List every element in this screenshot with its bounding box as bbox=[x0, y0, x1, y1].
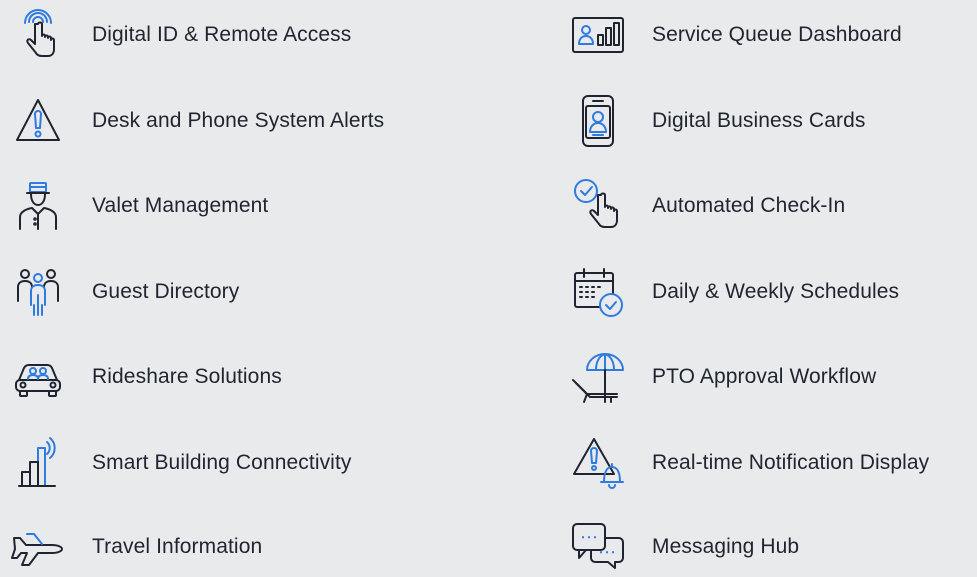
feature-smart-building: Smart Building Connectivity bbox=[0, 433, 351, 493]
feature-label: Rideshare Solutions bbox=[92, 365, 282, 388]
feature-label: Smart Building Connectivity bbox=[92, 451, 352, 474]
feature-label: Digital Business Cards bbox=[652, 109, 866, 132]
airplane-icon bbox=[0, 517, 76, 577]
feature-label: Digital ID & Remote Access bbox=[92, 23, 352, 46]
feature-label: Travel Information bbox=[92, 535, 263, 558]
feature-label: Guest Directory bbox=[92, 280, 240, 303]
feature-label: Desk and Phone System Alerts bbox=[92, 109, 385, 132]
rideshare-car-icon bbox=[0, 347, 76, 407]
feature-label: Valet Management bbox=[92, 194, 269, 217]
feature-label: Automated Check-In bbox=[652, 194, 846, 217]
alert-bell-icon bbox=[560, 433, 636, 493]
feature-label: Service Queue Dashboard bbox=[652, 23, 902, 46]
feature-label: Daily & Weekly Schedules bbox=[652, 280, 900, 303]
chat-bubbles-icon bbox=[560, 517, 636, 577]
feature-valet: Valet Management bbox=[0, 176, 268, 236]
beach-umbrella-icon bbox=[560, 347, 636, 407]
business-card-phone-icon bbox=[560, 91, 636, 151]
feature-business-cards: Digital Business Cards bbox=[560, 91, 865, 151]
dashboard-icon bbox=[560, 5, 636, 65]
feature-messaging: Messaging Hub bbox=[560, 517, 799, 577]
feature-notification-display: Real-time Notification Display bbox=[560, 433, 929, 493]
feature-rideshare: Rideshare Solutions bbox=[0, 347, 282, 407]
alert-triangle-icon bbox=[0, 91, 76, 151]
calendar-check-icon bbox=[560, 262, 636, 322]
smart-building-icon bbox=[0, 433, 76, 493]
feature-desk-phone-alerts: Desk and Phone System Alerts bbox=[0, 91, 384, 151]
feature-pto: PTO Approval Workflow bbox=[560, 347, 876, 407]
feature-label: Real-time Notification Display bbox=[652, 451, 930, 474]
guest-directory-icon bbox=[0, 262, 76, 322]
feature-schedules: Daily & Weekly Schedules bbox=[560, 262, 899, 322]
touch-id-icon bbox=[0, 5, 76, 65]
valet-icon bbox=[0, 176, 76, 236]
feature-guest-directory: Guest Directory bbox=[0, 262, 239, 322]
feature-check-in: Automated Check-In bbox=[560, 176, 845, 236]
check-in-tap-icon bbox=[560, 176, 636, 236]
feature-travel: Travel Information bbox=[0, 517, 262, 577]
feature-label: PTO Approval Workflow bbox=[652, 365, 877, 388]
feature-label: Messaging Hub bbox=[652, 535, 800, 558]
feature-service-queue: Service Queue Dashboard bbox=[560, 5, 902, 65]
feature-digital-id: Digital ID & Remote Access bbox=[0, 5, 351, 65]
